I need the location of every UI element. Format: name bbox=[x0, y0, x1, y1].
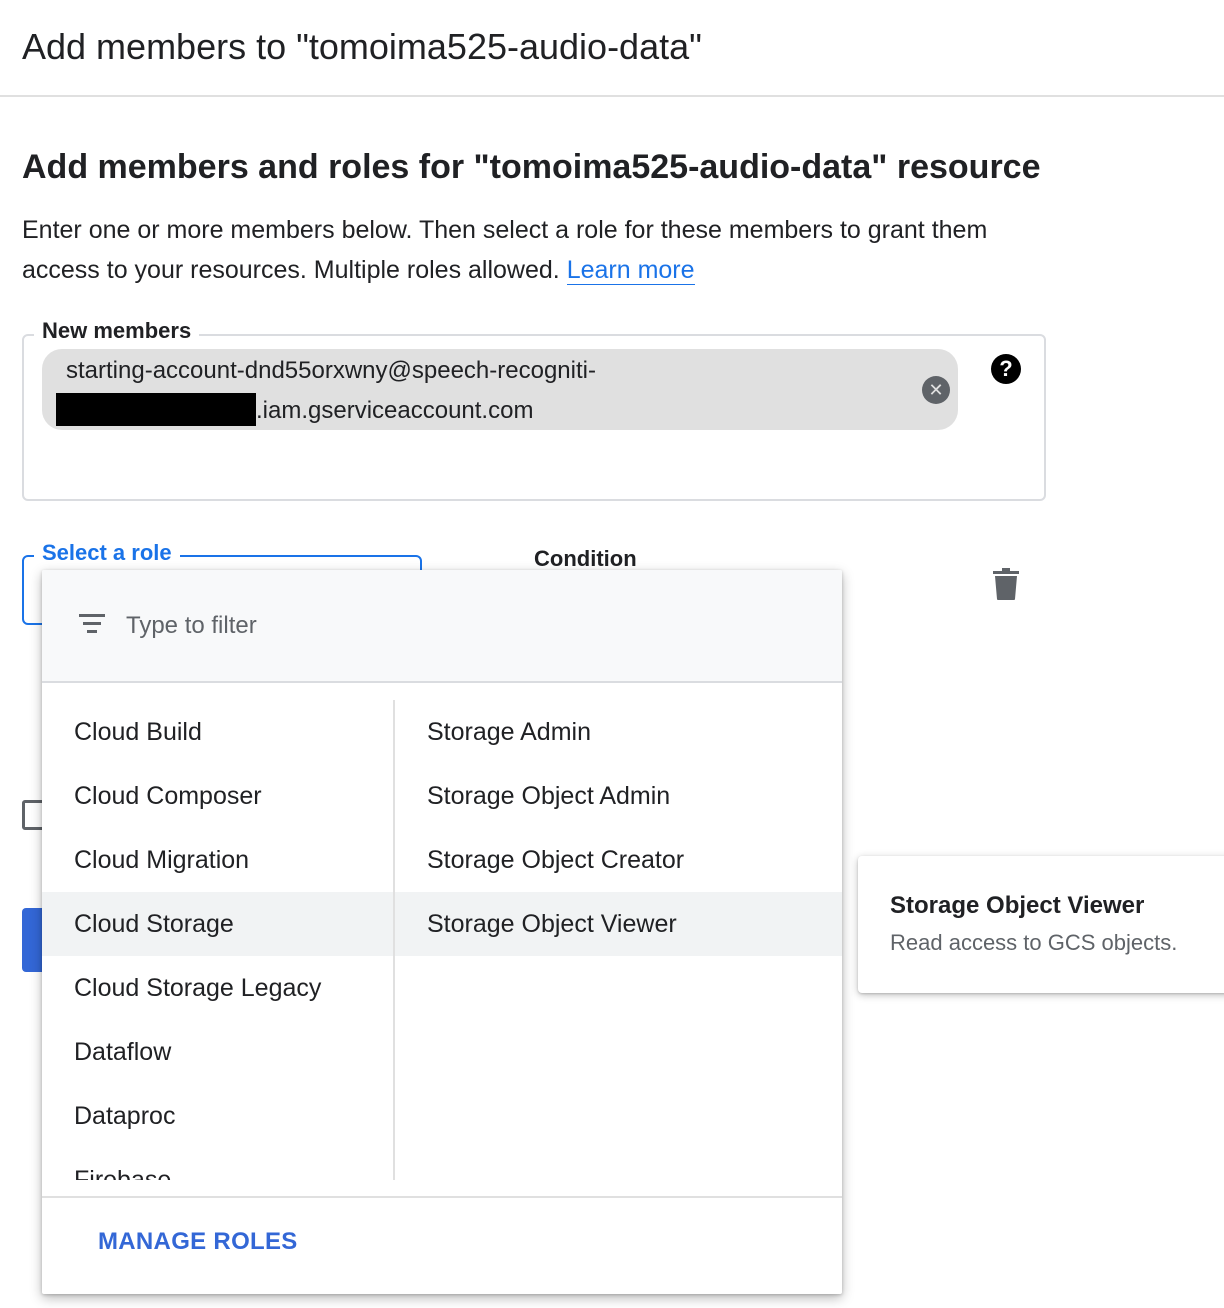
dialog-header: Add members to "tomoima525-audio-data" bbox=[0, 0, 1224, 97]
role-select-label: Select a role bbox=[34, 540, 180, 566]
member-chip-text: starting-account-dnd55orxwny@speech-reco… bbox=[56, 351, 596, 431]
category-item[interactable]: Dataflow bbox=[42, 1020, 393, 1084]
new-members-label: New members bbox=[34, 318, 200, 344]
learn-more-link[interactable]: Learn more bbox=[566, 256, 695, 285]
role-list: Storage Admin Storage Object Admin Stora… bbox=[395, 700, 842, 1180]
tooltip-title: Storage Object Viewer bbox=[890, 892, 1145, 919]
filter-icon bbox=[78, 614, 106, 636]
category-item-selected[interactable]: Cloud Storage bbox=[42, 892, 393, 956]
member-chip-line2-row: .iam.gserviceaccount.com bbox=[56, 391, 596, 431]
help-icon[interactable]: ? bbox=[991, 354, 1021, 384]
close-icon[interactable]: ✕ bbox=[922, 376, 950, 404]
footer-divider bbox=[42, 1196, 842, 1198]
redaction-block bbox=[56, 393, 256, 426]
role-dropdown: Cloud Build Cloud Composer Cloud Migrati… bbox=[42, 570, 842, 1294]
role-item[interactable]: Storage Object Creator bbox=[395, 828, 842, 892]
trash-icon[interactable] bbox=[993, 568, 1019, 600]
tooltip-description: Read access to GCS objects. bbox=[890, 930, 1178, 955]
category-item[interactable]: Dataproc bbox=[42, 1084, 393, 1148]
filter-input[interactable] bbox=[126, 608, 726, 644]
category-item[interactable]: Firebase bbox=[42, 1148, 393, 1180]
category-item[interactable]: Cloud Migration bbox=[42, 828, 393, 892]
role-item[interactable]: Storage Object Admin bbox=[395, 764, 842, 828]
member-chip-line1: starting-account-dnd55orxwny@speech-reco… bbox=[66, 357, 596, 384]
role-item-selected[interactable]: Storage Object Viewer bbox=[395, 892, 842, 956]
member-chip[interactable]: starting-account-dnd55orxwny@speech-reco… bbox=[42, 349, 958, 430]
description-text: Enter one or more members below. Then se… bbox=[22, 216, 988, 284]
member-chip-line2: .iam.gserviceaccount.com bbox=[256, 397, 534, 424]
category-item[interactable]: Cloud Build bbox=[42, 700, 393, 764]
filter-bar bbox=[42, 570, 842, 683]
role-tooltip: Storage Object Viewer Read access to GCS… bbox=[858, 856, 1224, 993]
manage-roles-button[interactable]: MANAGE ROLES bbox=[98, 1228, 298, 1256]
role-item[interactable]: Storage Admin bbox=[395, 700, 842, 764]
section-title: Add members and roles for "tomoima525-au… bbox=[22, 148, 1041, 186]
category-list: Cloud Build Cloud Composer Cloud Migrati… bbox=[42, 700, 393, 1180]
category-item[interactable]: Cloud Storage Legacy bbox=[42, 956, 393, 1020]
section-description: Enter one or more members below. Then se… bbox=[22, 210, 1042, 290]
condition-label: Condition bbox=[534, 546, 637, 571]
category-item[interactable]: Cloud Composer bbox=[42, 764, 393, 828]
page-title: Add members to "tomoima525-audio-data" bbox=[22, 26, 702, 67]
